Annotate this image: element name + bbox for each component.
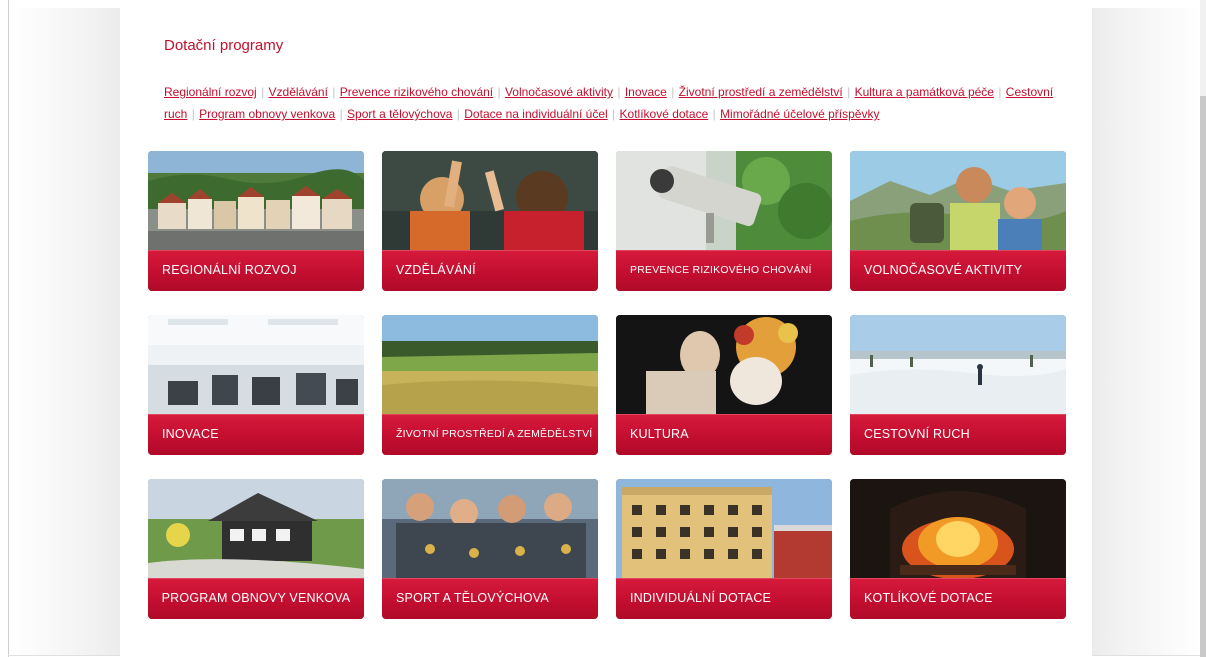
link-sport[interactable]: Sport a tělovýchova (347, 107, 452, 121)
tile-band: PROGRAM OBNOVY VENKOVA (148, 578, 364, 619)
tile-label: SPORT A TĚLOVÝCHOVA (396, 591, 549, 605)
tile-regionalni-rozvoj[interactable]: REGIONÁLNÍ ROZVOJ (148, 151, 364, 291)
link-separator: | (339, 107, 343, 121)
link-vzdelavani[interactable]: Vzdělávání (269, 85, 328, 99)
tile-kotlikove-dotace[interactable]: KOTLÍKOVÉ DOTACE (850, 479, 1066, 619)
hikers-photo (850, 151, 1066, 251)
tile-band: VOLNOČASOVÉ AKTIVITY (850, 250, 1066, 291)
link-separator: | (617, 85, 621, 99)
wheat-field-photo (382, 315, 598, 415)
tile-label: CESTOVNÍ RUCH (864, 427, 970, 441)
main-content: Dotační programy Regionální rozvoj | Vzd… (120, 8, 1092, 656)
link-separator: | (497, 85, 501, 99)
page-left-border (8, 0, 9, 657)
tile-label: KOTLÍKOVÉ DOTACE (864, 591, 993, 605)
tile-band: KOTLÍKOVÉ DOTACE (850, 578, 1066, 619)
link-mimoradne-prispevky[interactable]: Mimořádné účelové příspěvky (720, 107, 879, 121)
tile-band: SPORT A TĚLOVÝCHOVA (382, 578, 598, 619)
link-separator: | (191, 107, 195, 121)
historic-building-photo (616, 479, 832, 579)
village-house-photo (148, 479, 364, 579)
tile-label: VOLNOČASOVÉ AKTIVITY (864, 263, 1023, 277)
link-zivotni-prostredi[interactable]: Životní prostředí a zemědělství (679, 85, 843, 99)
tile-band: CESTOVNÍ RUCH (850, 414, 1066, 455)
vertical-scrollbar[interactable] (1200, 0, 1206, 657)
tile-band: REGIONÁLNÍ ROZVOJ (148, 250, 364, 291)
tile-vzdelavani[interactable]: VZDĚLÁVÁNÍ (382, 151, 598, 291)
tile-label: INDIVIDUÁLNÍ DOTACE (630, 591, 772, 605)
tile-label: KULTURA (630, 427, 689, 441)
tile-label: ŽIVOTNÍ PROSTŘEDÍ A ZEMĚDĚLSTVÍ (396, 428, 593, 440)
link-kultura[interactable]: Kultura a památková péče (855, 85, 994, 99)
tile-label: PREVENCE RIZIKOVÉHO CHOVÁNÍ (630, 264, 812, 276)
link-separator: | (998, 85, 1002, 99)
tile-band: ŽIVOTNÍ PROSTŘEDÍ A ZEMĚDĚLSTVÍ (382, 414, 598, 455)
link-separator: | (712, 107, 716, 121)
tile-sport[interactable]: SPORT A TĚLOVÝCHOVA (382, 479, 598, 619)
tile-program-obnovy-venkova[interactable]: PROGRAM OBNOVY VENKOVA (148, 479, 364, 619)
link-separator: | (456, 107, 460, 121)
link-separator: | (612, 107, 616, 121)
classroom-photo (382, 151, 598, 251)
link-separator: | (261, 85, 265, 99)
tile-individualni-dotace[interactable]: INDIVIDUÁLNÍ DOTACE (616, 479, 832, 619)
program-links: Regionální rozvoj | Vzdělávání | Prevenc… (164, 81, 1054, 125)
tile-label: REGIONÁLNÍ ROZVOJ (162, 263, 297, 277)
link-separator: | (847, 85, 851, 99)
link-separator: | (332, 85, 336, 99)
scrollbar-thumb[interactable] (1200, 96, 1206, 657)
link-inovace[interactable]: Inovace (625, 85, 667, 99)
security-camera-photo (616, 151, 832, 251)
laboratory-photo (148, 315, 364, 415)
tile-label: PROGRAM OBNOVY VENKOVA (161, 591, 351, 605)
tile-kultura[interactable]: KULTURA (616, 315, 832, 455)
tile-zivotni-prostredi[interactable]: ŽIVOTNÍ PROSTŘEDÍ A ZEMĚDĚLSTVÍ (382, 315, 598, 455)
winter-skiing-photo (850, 315, 1066, 415)
tile-prevence[interactable]: PREVENCE RIZIKOVÉHO CHOVÁNÍ (616, 151, 832, 291)
tile-band: KULTURA (616, 414, 832, 455)
tile-cestovni-ruch[interactable]: CESTOVNÍ RUCH (850, 315, 1066, 455)
tile-label: VZDĚLÁVÁNÍ (396, 263, 476, 277)
athletes-medals-photo (382, 479, 598, 579)
tile-band: PREVENCE RIZIKOVÉHO CHOVÁNÍ (616, 250, 832, 291)
left-gutter-shadow (10, 8, 120, 656)
link-separator: | (671, 85, 675, 99)
tile-inovace[interactable]: INOVACE (148, 315, 364, 455)
link-prevence[interactable]: Prevence rizikového chování (340, 85, 493, 99)
page-title: Dotační programy (164, 37, 284, 54)
tile-band: INDIVIDUÁLNÍ DOTACE (616, 578, 832, 619)
town-square-photo (148, 151, 364, 251)
link-volnocasove-aktivity[interactable]: Volnočasové aktivity (505, 85, 613, 99)
tile-band: INOVACE (148, 414, 364, 455)
right-gutter-shadow (1092, 8, 1200, 656)
tile-label: INOVACE (162, 427, 219, 441)
link-individualni-ucel[interactable]: Dotace na individuální účel (464, 107, 607, 121)
link-regionalni-rozvoj[interactable]: Regionální rozvoj (164, 85, 257, 99)
fireplace-photo (850, 479, 1066, 579)
theatre-actors-photo (616, 315, 832, 415)
tile-volnocasove-aktivity[interactable]: VOLNOČASOVÉ AKTIVITY (850, 151, 1066, 291)
link-kotlikove-dotace[interactable]: Kotlíkové dotace (620, 107, 709, 121)
link-program-obnovy-venkova[interactable]: Program obnovy venkova (199, 107, 335, 121)
tile-band: VZDĚLÁVÁNÍ (382, 250, 598, 291)
